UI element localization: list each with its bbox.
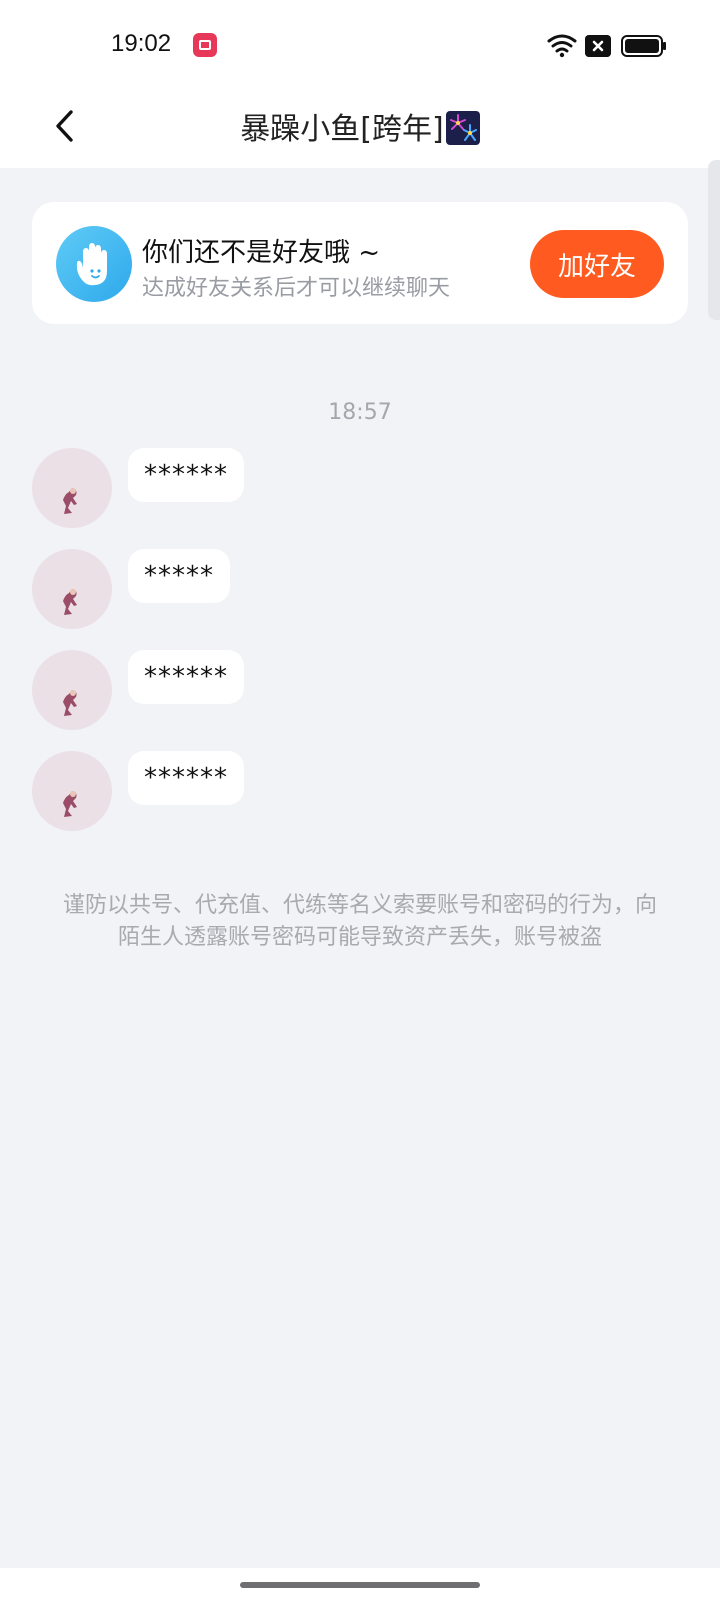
- scroll-edge: [708, 160, 720, 320]
- hand-icon-graphic: [76, 243, 107, 286]
- friend-notice-subtitle: 达成好友关系后才可以继续聊天: [142, 276, 451, 301]
- add-friend-button[interactable]: 加好友: [530, 230, 664, 298]
- home-indicator[interactable]: [240, 1582, 480, 1588]
- battery-x-icon: [585, 35, 611, 57]
- message-bubble[interactable]: ******: [128, 448, 244, 502]
- avatar-figure-icon: [63, 690, 77, 716]
- avatar[interactable]: [32, 549, 112, 629]
- page-title: 暴躁小鱼[跨年]: [0, 104, 720, 148]
- message-row: ******: [32, 751, 672, 833]
- avatar-figure-icon: [63, 791, 77, 817]
- security-warning: 谨防以共号、代充值、代练等名义索要账号和密码的行为，向陌生人透露账号密码可能导致…: [62, 893, 657, 950]
- firework-icon: [445, 111, 480, 145]
- friend-notice-title: 你们还不是好友哦 ~: [142, 238, 381, 268]
- avatar[interactable]: [32, 448, 112, 528]
- friend-notice-card: 你们还不是好友哦 ~ 达成好友关系后才可以继续聊天 加好友: [32, 202, 688, 324]
- screen-record-icon: [193, 33, 217, 57]
- status-bar: 19:02: [0, 0, 720, 90]
- avatar[interactable]: [32, 751, 112, 831]
- hand-wave-icon: [56, 226, 132, 302]
- gesture-bar: [0, 1568, 720, 1600]
- avatar-figure-icon: [63, 488, 77, 514]
- message-bubble[interactable]: ******: [128, 650, 244, 704]
- message-timestamp: 18:57: [328, 400, 392, 425]
- avatar-figure-icon: [63, 589, 77, 615]
- message-row: *****: [32, 549, 672, 631]
- chat-screen: 19:02 暴躁小鱼[跨年] 你们还不是好友哦 ~ 达成好友关系后才可以继续聊天…: [0, 0, 720, 1600]
- title-bar: 暴躁小鱼[跨年]: [0, 90, 720, 168]
- wifi-icon: [547, 34, 577, 58]
- message-bubble[interactable]: *****: [128, 549, 230, 603]
- avatar[interactable]: [32, 650, 112, 730]
- message-row: ******: [32, 650, 672, 732]
- message-row: ******: [32, 448, 672, 530]
- page-title-text: 暴躁小鱼[跨年]: [240, 112, 444, 147]
- message-bubble[interactable]: ******: [128, 751, 244, 805]
- battery-icon: [621, 35, 666, 57]
- status-time: 19:02: [111, 30, 172, 57]
